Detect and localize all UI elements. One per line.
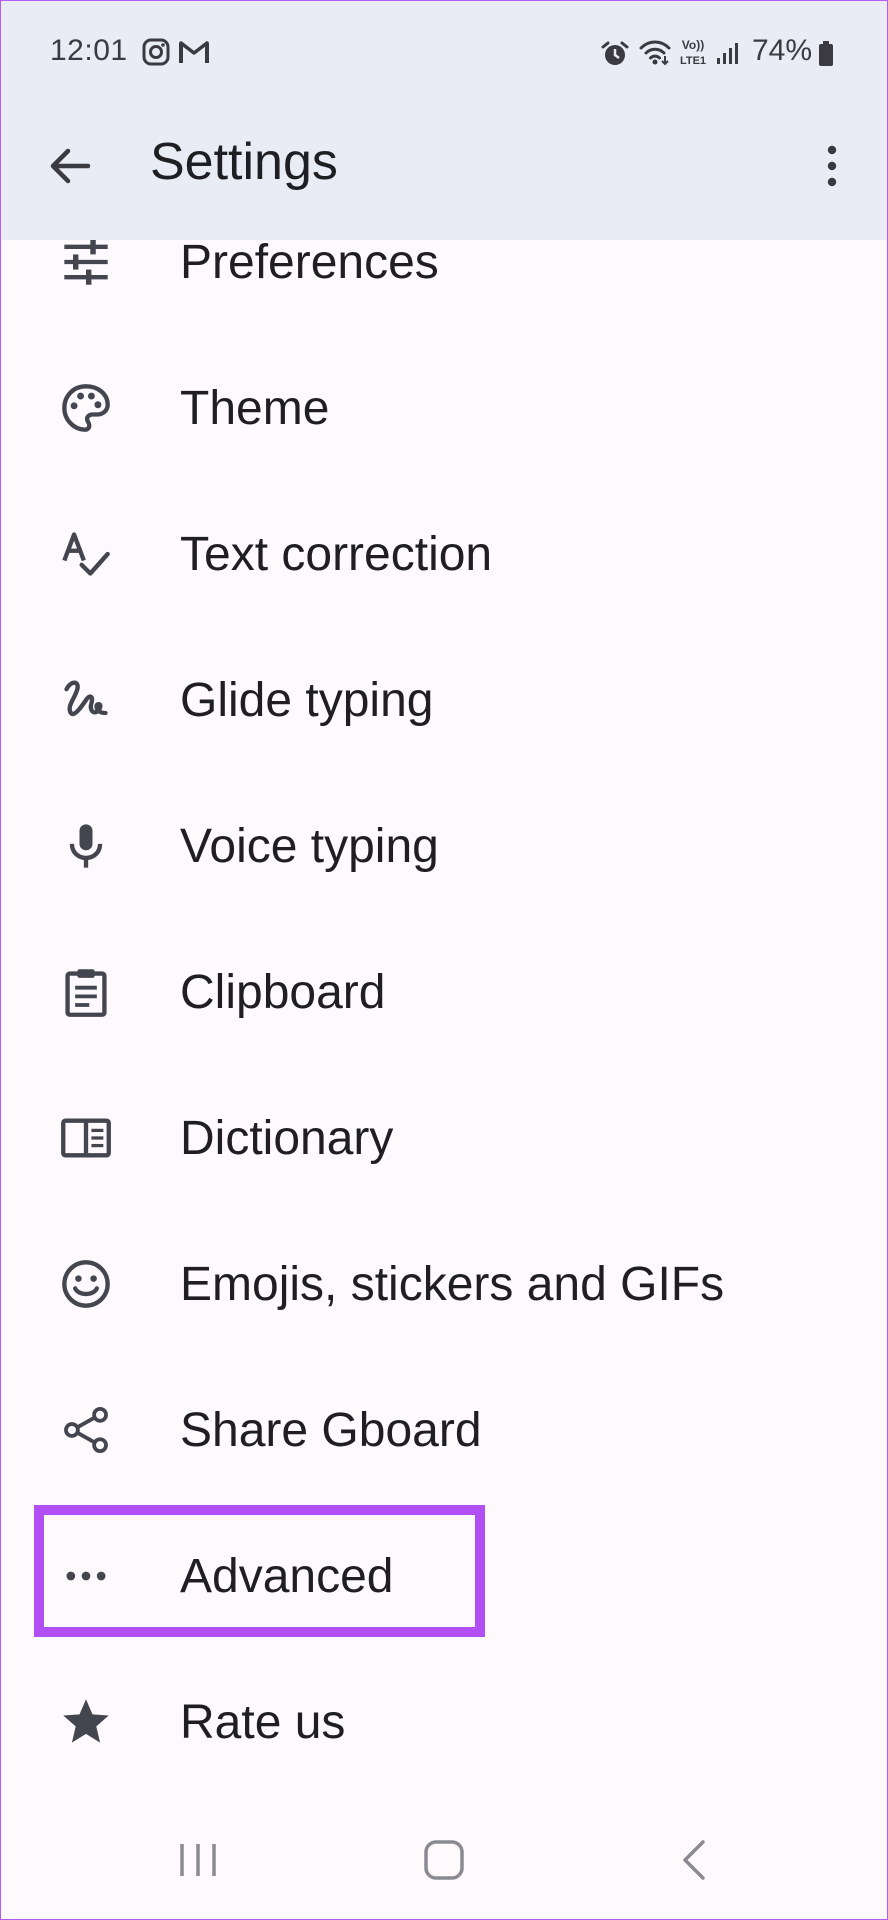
gesture-icon <box>60 674 112 726</box>
palette-icon <box>60 382 112 434</box>
settings-item-emojis[interactable]: Emojis, stickers and GIFs <box>0 1211 888 1357</box>
settings-item-glide-typing[interactable]: Glide typing <box>0 627 888 773</box>
settings-item-label: Preferences <box>180 236 439 289</box>
settings-item-label: Voice typing <box>180 820 439 873</box>
home-icon <box>423 1839 465 1881</box>
status-bar: 12:01 Vo)) LTE1 74% <box>0 0 888 106</box>
more-vert-icon <box>824 144 840 188</box>
recents-icon <box>178 1840 218 1880</box>
settings-item-label: Share Gboard <box>180 1404 482 1457</box>
back-icon <box>679 1839 709 1881</box>
instagram-icon <box>142 38 170 66</box>
home-button[interactable] <box>404 1824 484 1896</box>
settings-item-label: Dictionary <box>180 1112 394 1165</box>
battery-icon <box>818 40 834 68</box>
settings-item-label: Theme <box>180 382 330 435</box>
status-time: 12:01 <box>50 34 128 67</box>
settings-item-text-correction[interactable]: Text correction <box>0 481 888 627</box>
tune-icon <box>60 236 112 288</box>
settings-item-label: Rate us <box>180 1696 346 1749</box>
settings-item-label: Advanced <box>180 1550 394 1603</box>
share-icon <box>60 1404 112 1456</box>
clipboard-icon <box>60 966 112 1018</box>
dictionary-icon <box>60 1112 112 1164</box>
settings-item-theme[interactable]: Theme <box>0 335 888 481</box>
app-bar: Settings <box>0 106 888 240</box>
settings-item-label: Emojis, stickers and GIFs <box>180 1258 725 1311</box>
mic-icon <box>60 820 112 872</box>
more-horiz-icon <box>60 1550 112 1602</box>
settings-item-advanced[interactable]: Advanced <box>0 1503 888 1649</box>
emoji-icon <box>60 1258 112 1310</box>
wifi-icon <box>638 38 672 66</box>
page-title: Settings <box>150 133 338 191</box>
gmail-icon <box>178 38 210 66</box>
settings-item-dictionary[interactable]: Dictionary <box>0 1065 888 1211</box>
battery-percentage: 74% <box>752 34 813 67</box>
system-nav-bar <box>0 1800 888 1920</box>
star-icon <box>60 1696 112 1748</box>
svg-text:LTE1: LTE1 <box>680 55 706 67</box>
top-bar: 12:01 Vo)) LTE1 74% Settings <box>0 0 888 240</box>
signal-icon <box>714 40 742 68</box>
recents-button[interactable] <box>158 1824 238 1896</box>
arrow-back-icon <box>48 144 92 188</box>
svg-text:Vo)): Vo)) <box>682 38 704 52</box>
settings-item-clipboard[interactable]: Clipboard <box>0 919 888 1065</box>
spellcheck-icon <box>60 528 112 580</box>
settings-item-label: Clipboard <box>180 966 386 1019</box>
settings-item-label: Glide typing <box>180 674 434 727</box>
settings-item-share-gboard[interactable]: Share Gboard <box>0 1357 888 1503</box>
more-options-button[interactable] <box>800 130 864 202</box>
back-button[interactable] <box>34 130 106 202</box>
settings-item-voice-typing[interactable]: Voice typing <box>0 773 888 919</box>
settings-item-rate-us[interactable]: Rate us <box>0 1649 888 1795</box>
settings-item-label: Text correction <box>180 528 493 581</box>
nav-back-button[interactable] <box>654 1824 734 1896</box>
alarm-icon <box>600 40 630 68</box>
volte-icon: Vo)) LTE1 <box>676 36 710 67</box>
